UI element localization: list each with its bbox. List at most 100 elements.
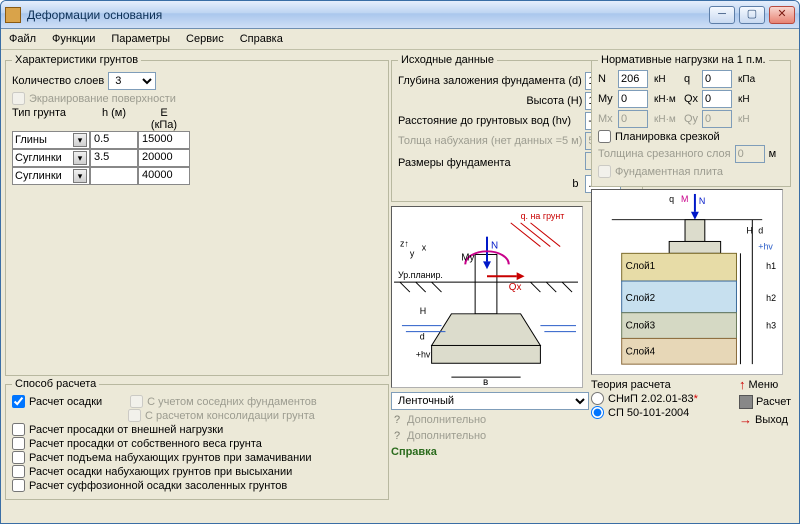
qx-label: Qx	[684, 93, 700, 105]
soil-type-select[interactable]: Суглинки ▾	[12, 149, 90, 167]
calc-method-group: Способ расчета Расчет осадки С учетом со…	[5, 378, 389, 500]
maximize-button[interactable]: ▢	[739, 6, 765, 24]
screen-surface-checkbox	[12, 92, 25, 105]
chevron-down-icon: ▾	[73, 151, 87, 165]
calc-swell-dry-label: Расчет осадки набухающих грунтов при выс…	[29, 466, 292, 478]
minimize-button[interactable]: ─	[709, 6, 735, 24]
theory-snip-radio[interactable]	[591, 392, 604, 405]
n-input[interactable]	[618, 70, 648, 88]
window-controls: ─ ▢ ✕	[709, 6, 795, 24]
svg-text:x: x	[422, 243, 427, 253]
svg-text:d: d	[758, 226, 763, 236]
input-data-legend: Исходные данные	[398, 54, 497, 66]
svg-text:My: My	[461, 252, 474, 263]
cut-thick-label: Толщина срезанного слоя	[598, 148, 731, 160]
cut-plan-checkbox[interactable]	[598, 130, 611, 143]
calc-suffusion-label: Расчет суффозионной осадки засоленных гр…	[29, 480, 287, 492]
calc-swell-dry-checkbox[interactable]	[12, 465, 25, 478]
svg-text:h2: h2	[766, 293, 776, 303]
cut-plan-label: Планировка срезкой	[615, 131, 720, 143]
calc-settlement-label: Расчет осадки	[29, 396, 102, 408]
calc-swell-wet-label: Расчет подъема набухающих грунтов при за…	[29, 452, 312, 464]
close-button[interactable]: ✕	[769, 6, 795, 24]
q-input[interactable]	[702, 70, 732, 88]
svg-text:h3: h3	[766, 321, 776, 331]
screen-surface-label: Экранирование поверхности	[29, 93, 176, 105]
theory-legend: Теория расчета	[591, 379, 733, 391]
app-window: Деформации основания ─ ▢ ✕ Файл Функции …	[0, 0, 800, 524]
dims-label: Размеры фундамента	[398, 157, 582, 169]
menu-help[interactable]: Справка	[240, 33, 283, 45]
soil-characteristics-group: Характеристики грунтов Количество слоев …	[5, 54, 389, 376]
calc-own-weight-label: Расчет просадки от собственного веса гру…	[29, 438, 262, 450]
soil-e-input[interactable]: 20000	[138, 149, 190, 167]
svg-text:+hv: +hv	[416, 349, 431, 359]
svg-text:q: q	[669, 194, 674, 204]
table-row: Глины ▾ 0.5 15000	[12, 131, 382, 149]
middle-column: Исходные данные Глубина заложения фундам…	[391, 54, 589, 500]
height-label: Высота (H)	[398, 95, 582, 107]
calculator-icon	[739, 395, 753, 409]
swell-label: Толща набухания (нет данных =5 м)	[398, 135, 582, 147]
calc-ext-load-checkbox[interactable]	[12, 423, 25, 436]
calc-own-weight-checkbox[interactable]	[12, 437, 25, 450]
calc-suffusion-checkbox[interactable]	[12, 479, 25, 492]
svg-text:Слой3: Слой3	[626, 321, 656, 332]
calc-consolid-label: С расчетом консолидации грунта	[145, 410, 315, 422]
workarea: Характеристики грунтов Количество слоев …	[1, 50, 799, 504]
calc-swell-wet-checkbox[interactable]	[12, 451, 25, 464]
chevron-down-icon: ▾	[73, 133, 87, 147]
soil-h-input[interactable]: 0.5	[90, 131, 138, 149]
foundation-diagram: q. на грунт z↑yx Ур.планир.	[391, 206, 583, 388]
theory-sp-radio[interactable]	[591, 406, 604, 419]
soil-h-input[interactable]: 3.5	[90, 149, 138, 167]
soil-e-input[interactable]: 40000	[138, 167, 190, 185]
dim-b-letter: b	[572, 178, 582, 190]
soil-type-select[interactable]: Глины ▾	[12, 131, 90, 149]
soil-e-input[interactable]: 15000	[138, 131, 190, 149]
exit-button[interactable]: → Выход	[739, 412, 791, 427]
menu-button[interactable]: ↑ Меню	[739, 377, 791, 392]
q-label: q	[684, 73, 700, 85]
calc-neighbors-label: С учетом соседних фундаментов	[147, 396, 317, 408]
soil-h-input[interactable]	[90, 167, 138, 185]
svg-text:M: M	[681, 194, 688, 204]
chevron-down-icon: ▾	[73, 169, 87, 183]
svg-text:y: y	[410, 248, 415, 258]
my-input[interactable]	[618, 90, 648, 108]
menu-service[interactable]: Сервис	[186, 33, 224, 45]
svg-text:Слой2: Слой2	[626, 293, 656, 304]
menu-funcs[interactable]: Функции	[52, 33, 95, 45]
calc-neighbors-checkbox	[130, 395, 143, 408]
found-plate-label: Фундаментная плита	[615, 166, 723, 178]
qx-input[interactable]	[702, 90, 732, 108]
svg-text:Qx: Qx	[509, 282, 522, 293]
svg-text:d: d	[420, 332, 425, 342]
layer-count-select[interactable]: 3	[108, 72, 156, 90]
loads-group: Нормативные нагрузки на 1 п.м. N кН q кП…	[591, 54, 791, 187]
help-link[interactable]: Справка	[391, 446, 437, 458]
calc-button[interactable]: Расчет	[739, 395, 791, 409]
menu-file[interactable]: Файл	[9, 33, 36, 45]
question-icon: ?	[391, 414, 403, 426]
layer-diagram: qM N Слой1 Слой2 Слой3 Слой4 H	[591, 189, 783, 375]
menubar: Файл Функции Параметры Сервис Справка	[1, 29, 799, 50]
svg-text:H: H	[420, 306, 426, 316]
n-label: N	[598, 73, 616, 85]
svg-text:+hv: +hv	[758, 241, 773, 251]
arrow-up-icon: ↑	[739, 377, 746, 392]
svg-text:в: в	[483, 377, 488, 387]
svg-text:Слой1: Слой1	[626, 261, 656, 272]
mx-input	[618, 110, 648, 128]
menu-params[interactable]: Параметры	[111, 33, 170, 45]
calc-ext-load-label: Расчет просадки от внешней нагрузки	[29, 424, 223, 436]
col-e-header: E (кПа)	[138, 107, 190, 131]
question-icon: ?	[391, 430, 403, 442]
foundation-type-select[interactable]: Ленточный	[391, 392, 589, 410]
calc-settlement-checkbox[interactable]	[12, 395, 25, 408]
calc-consolid-checkbox	[128, 409, 141, 422]
col-type-header: Тип грунта	[12, 107, 90, 131]
soil-type-select[interactable]: Суглинки ▾	[12, 167, 90, 185]
mx-label: Mx	[598, 113, 616, 125]
qy-label: Qy	[684, 113, 700, 125]
